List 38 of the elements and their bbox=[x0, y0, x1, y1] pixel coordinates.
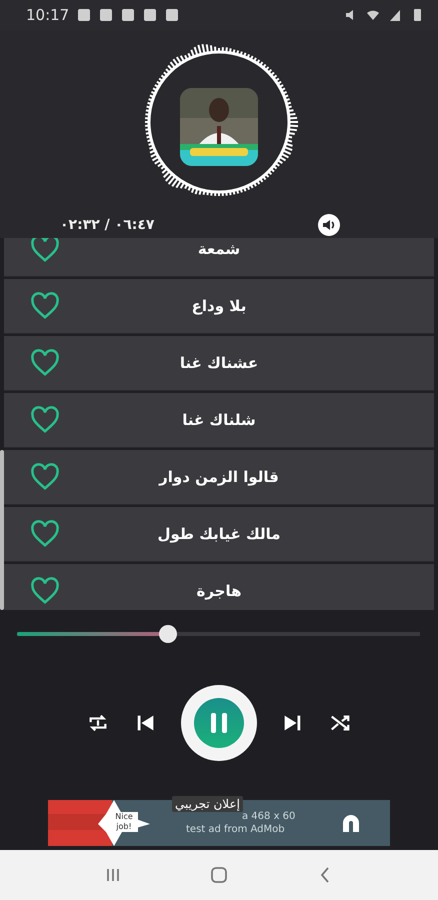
notification-icon bbox=[165, 8, 180, 22]
song-title: عشناك غنا bbox=[180, 354, 258, 372]
repeat-icon bbox=[87, 712, 109, 734]
signal-icon bbox=[388, 8, 402, 22]
heart-button[interactable] bbox=[30, 520, 60, 548]
heart-button[interactable] bbox=[30, 292, 60, 320]
song-title: بلا وداع bbox=[192, 297, 246, 315]
song-title: هاجرة bbox=[196, 582, 242, 600]
song-row[interactable]: عشناك غنا bbox=[4, 336, 434, 391]
heart-button[interactable] bbox=[30, 577, 60, 605]
song-title: شلناك غنا bbox=[182, 411, 256, 429]
wifi-icon bbox=[366, 8, 380, 22]
song-title: مالك غيابك طول bbox=[157, 525, 281, 543]
notification-icon bbox=[121, 8, 136, 22]
ad-logo-icon bbox=[340, 812, 362, 834]
heart-button[interactable] bbox=[30, 463, 60, 491]
heart-button[interactable] bbox=[30, 349, 60, 377]
song-title: قالوا الزمن دوار bbox=[159, 468, 279, 486]
song-row[interactable]: قالوا الزمن دوار bbox=[4, 450, 434, 505]
song-row[interactable]: مالك غيابك طول bbox=[4, 507, 434, 562]
ad-text: a 468 x 60 bbox=[241, 810, 296, 823]
song-row[interactable]: شلناك غنا bbox=[4, 393, 434, 448]
seek-thumb[interactable] bbox=[159, 625, 178, 643]
notification-icon bbox=[77, 8, 92, 22]
heart-button[interactable] bbox=[30, 406, 60, 434]
notification-icon bbox=[99, 8, 114, 22]
song-title: شمعة bbox=[198, 240, 240, 258]
notification-icon bbox=[143, 8, 158, 22]
song-row[interactable]: بلا وداع bbox=[4, 279, 434, 334]
song-row[interactable]: شمعة bbox=[4, 238, 434, 277]
heart-button[interactable] bbox=[30, 238, 60, 263]
playback-time: ٠٦:٤٧ / ٠٢:٣٢ bbox=[60, 217, 154, 233]
volume-button[interactable] bbox=[316, 212, 342, 238]
ad-text: test ad from AdMob bbox=[186, 823, 286, 836]
test-ad-badge: إعلان تجريبي bbox=[172, 796, 243, 812]
home-icon[interactable] bbox=[208, 864, 230, 886]
status-time: 10:17 bbox=[26, 6, 70, 24]
song-row[interactable]: هاجرة bbox=[4, 564, 434, 610]
